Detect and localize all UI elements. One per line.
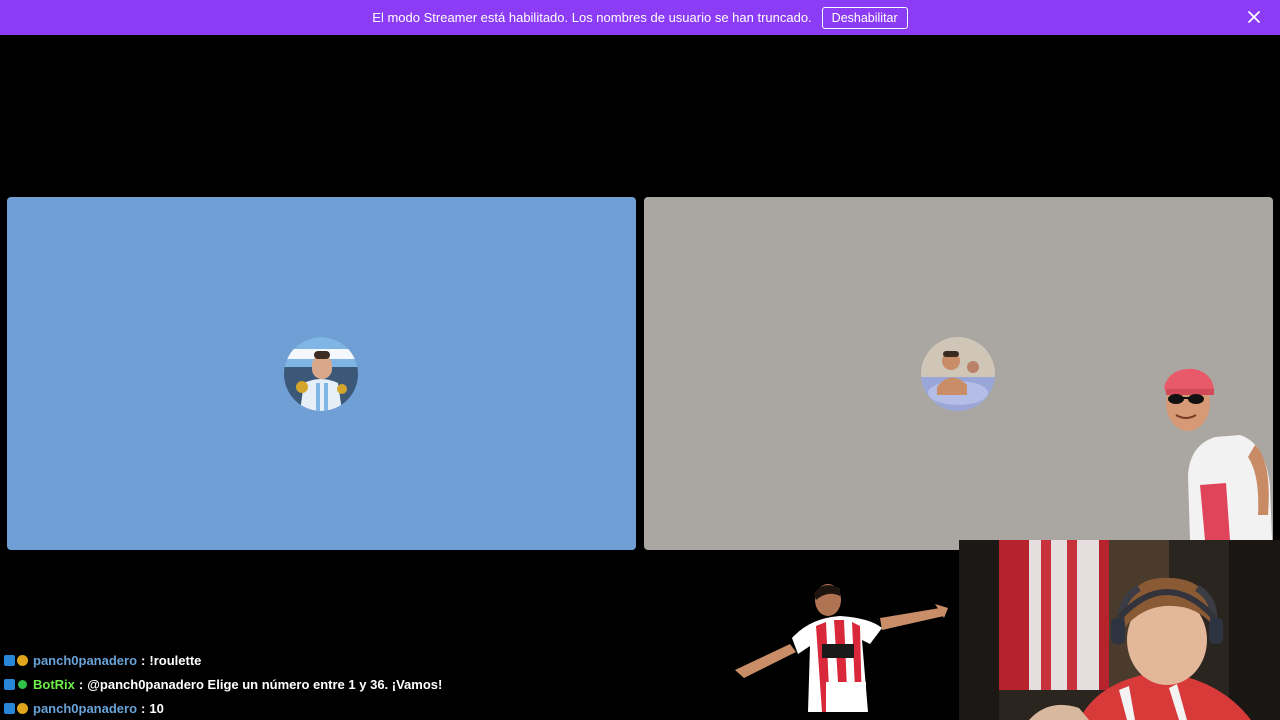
moderator-badge-icon (4, 678, 15, 690)
subscriber-badge-icon (17, 654, 28, 666)
webcam-feed (959, 540, 1280, 720)
chat-text: !roulette (149, 652, 202, 668)
chat-text: @panch0panadero Elige un número entre 1 … (87, 676, 443, 692)
subscriber-badge-icon (17, 702, 28, 714)
chat-overlay: panch0panadero : !roulette BotRix : @pan… (4, 648, 704, 720)
chat-username[interactable]: panch0panadero (33, 701, 137, 716)
chat-separator: : (78, 676, 84, 692)
streamer-mode-banner: El modo Streamer está habilitado. Los no… (0, 0, 1280, 35)
chat-separator: : (141, 652, 146, 668)
chat-separator: : (141, 700, 146, 716)
chat-message: panch0panadero : !roulette (4, 648, 704, 672)
verified-badge-icon (18, 679, 27, 689)
close-icon[interactable] (1246, 9, 1262, 25)
moderator-badge-icon (4, 702, 15, 714)
chat-message: panch0panadero : 10 (4, 696, 704, 720)
participant-avatar-right (921, 337, 995, 411)
chat-username[interactable]: panch0panadero (33, 653, 137, 668)
participant-tile-left (7, 197, 636, 550)
chat-message: BotRix : @panch0panadero Elige un número… (4, 672, 704, 696)
chat-text: 10 (149, 700, 164, 716)
football-player-overlay (735, 584, 948, 712)
banner-message: El modo Streamer está habilitado. Los no… (372, 10, 812, 25)
moderator-badge-icon (4, 654, 15, 666)
streamer-overlay-figure (1164, 368, 1272, 540)
participant-avatar-left (284, 337, 358, 411)
disable-streamer-mode-button[interactable]: Deshabilitar (821, 6, 908, 29)
chat-username[interactable]: BotRix (33, 677, 75, 692)
